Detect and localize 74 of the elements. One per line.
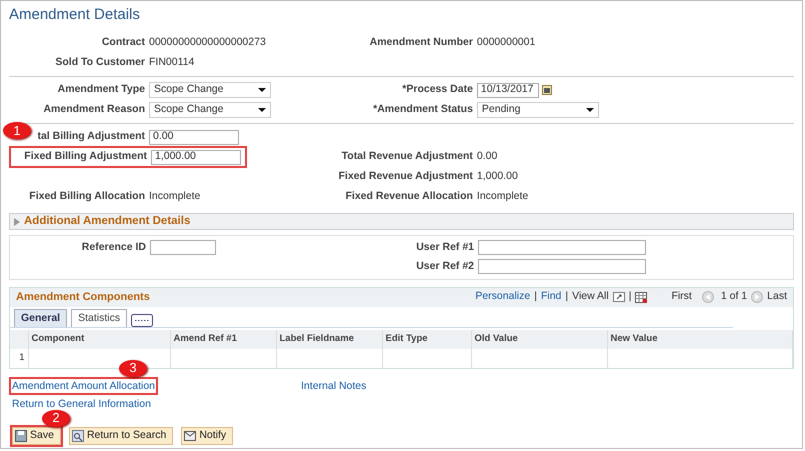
field-label: User Ref #1: [416, 241, 474, 253]
field-label: Amendment Type: [58, 83, 145, 96]
field-label: Amendment Number: [370, 36, 473, 48]
field-label: Sold To Customer: [55, 56, 145, 68]
column-header: Old Value: [471, 330, 607, 348]
separator: |: [565, 289, 568, 304]
input-field[interactable]: [478, 259, 646, 274]
field-label: tal Billing Adjustment: [37, 130, 145, 142]
caret-icon: [258, 108, 266, 112]
pager-first[interactable]: First: [671, 289, 692, 305]
calendar-icon[interactable]: [542, 85, 552, 95]
field-label: Fixed Billing Adjustment: [24, 150, 147, 162]
field-value: Incomplete: [149, 189, 200, 204]
section-header-bar[interactable]: Additional Amendment Details: [9, 213, 794, 230]
field-value: FIN00114: [149, 55, 194, 70]
separator: |: [534, 289, 537, 304]
return-to-search-button[interactable]: Return to Search: [68, 426, 174, 444]
new-window-icon[interactable]: [612, 292, 625, 302]
column-header: Component: [28, 330, 170, 348]
row-number: 1: [10, 348, 28, 368]
dropdown-field[interactable]: Scope Change: [149, 102, 271, 118]
tab[interactable]: General: [14, 308, 68, 328]
column-header: Edit Type: [382, 330, 471, 348]
pager-last[interactable]: Last: [767, 289, 787, 305]
show-all-columns-icon[interactable]: [131, 314, 154, 328]
column-header: Amend Ref #1: [170, 330, 276, 348]
field-label: Fixed Revenue Adjustment: [338, 170, 473, 182]
spreadsheet-icon[interactable]: [635, 292, 648, 302]
field-value: 1,000.00: [476, 169, 518, 184]
field-value: 0000000001: [476, 35, 536, 50]
field-label: User Ref #2: [416, 260, 474, 272]
page-link[interactable]: Return to General Information: [9, 394, 154, 412]
input-field[interactable]: [478, 240, 646, 256]
view-all-label[interactable]: View All: [572, 289, 609, 305]
callout-badge: 2: [42, 410, 70, 426]
input-field[interactable]: 1,000.00: [151, 150, 241, 164]
dropdown-field[interactable]: Pending: [476, 102, 599, 118]
column-header: New Value: [607, 330, 792, 348]
save-icon: [15, 430, 27, 442]
caret-icon: [258, 88, 266, 92]
field-label: Fixed Revenue Allocation: [346, 190, 473, 202]
callout-badge: 1: [3, 122, 31, 140]
envelope-icon: [184, 430, 196, 442]
field-label: Reference ID: [82, 241, 146, 253]
dropdown-field[interactable]: Scope Change: [149, 82, 271, 98]
save-button[interactable]: Save: [12, 426, 61, 444]
page-link[interactable]: Internal Notes: [298, 376, 370, 394]
grid-link[interactable]: Find: [540, 289, 562, 305]
field-value: Incomplete: [476, 189, 528, 204]
field-value: 00000000000000000273: [149, 35, 266, 50]
column-header: Label Fieldname: [276, 330, 382, 348]
page-title: Amendment Details: [9, 5, 141, 25]
search-icon: [72, 430, 84, 442]
notify-button[interactable]: Notify: [181, 426, 234, 444]
input-field[interactable]: 0.00: [149, 130, 239, 144]
field-value: 0.00: [476, 149, 498, 164]
expand-icon: [14, 218, 20, 226]
field-label: Amendment Reason: [43, 103, 145, 116]
field-label: Fixed Billing Allocation: [29, 190, 145, 202]
caret-icon: [586, 108, 594, 112]
next-icon[interactable]: [751, 291, 764, 303]
grid-title: Amendment Components: [16, 290, 150, 305]
tab[interactable]: Statistics: [71, 308, 128, 328]
field-label: Total Revenue Adjustment: [342, 150, 473, 162]
date-field[interactable]: 10/13/2017: [476, 82, 539, 98]
previous-icon[interactable]: [702, 291, 714, 303]
field-label: Contract: [102, 36, 145, 48]
page-link[interactable]: Amendment Amount Allocation: [9, 376, 158, 394]
input-field[interactable]: [150, 240, 216, 256]
grid-link[interactable]: Personalize: [475, 289, 530, 305]
field-label: *Amendment Status: [373, 103, 473, 116]
field-label: *Process Date: [402, 83, 473, 96]
pager-range: 1 of 1: [720, 289, 748, 304]
separator: |: [628, 289, 632, 304]
